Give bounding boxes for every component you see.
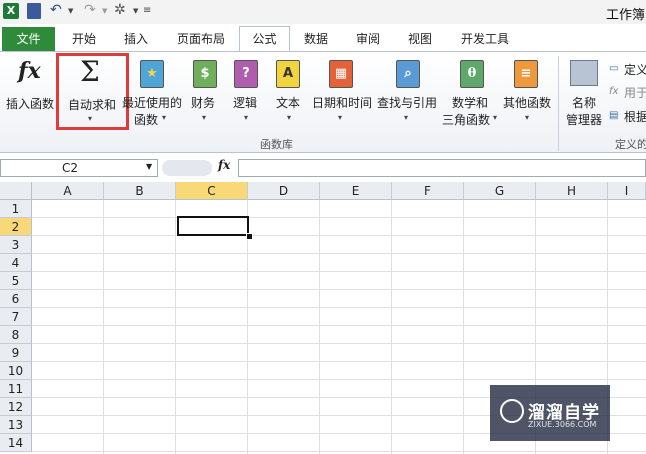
row-header-2[interactable]: 2 [0, 218, 32, 236]
tab-insert[interactable]: 插入 [116, 28, 156, 50]
column-header-b[interactable]: B [104, 182, 176, 200]
name-manager-icon[interactable] [570, 60, 598, 86]
group-separator [558, 56, 559, 151]
row-header-11[interactable]: 11 [0, 380, 32, 398]
use-in-formula-button[interactable]: 用于 [624, 84, 646, 101]
more-functions-book-icon[interactable]: ≡ [514, 60, 538, 88]
create-from-selection-icon[interactable]: ▤ [609, 110, 618, 121]
fill-handle[interactable] [246, 233, 253, 240]
tools-dropdown-icon[interactable]: ▼ [133, 3, 139, 19]
tab-home[interactable]: 开始 [64, 28, 104, 50]
formula-bar-splitter[interactable] [162, 160, 212, 176]
column-header-g[interactable]: G [464, 182, 536, 200]
row-header-14[interactable]: 14 [0, 434, 32, 452]
row-header-1[interactable]: 1 [0, 200, 32, 218]
column-header-c[interactable]: C [176, 182, 248, 200]
row-header-9[interactable]: 9 [0, 344, 32, 362]
logical-button[interactable]: 逻辑 [233, 94, 257, 111]
math-label[interactable]: 数学和 [452, 94, 488, 111]
name-box-dropdown-icon[interactable]: ▼ [146, 162, 152, 171]
row-header-12[interactable]: 12 [0, 398, 32, 416]
datetime-book-icon[interactable]: ▦ [329, 60, 353, 88]
column-header-e[interactable]: E [320, 182, 392, 200]
watermark-url: ZIXUE.3066.COM [528, 420, 597, 429]
column-header-f[interactable]: F [392, 182, 464, 200]
name-manager-label[interactable]: 名称 [572, 94, 596, 111]
autosum-highlight-box [56, 53, 129, 130]
row-header-10[interactable]: 10 [0, 362, 32, 380]
financial-book-icon[interactable]: $ [193, 60, 217, 88]
column-header-a[interactable]: A [32, 182, 104, 200]
create-from-selection-button[interactable]: 根据 [624, 108, 646, 125]
define-name-button[interactable]: 定义 [624, 61, 646, 78]
active-cell-c2[interactable] [177, 216, 249, 236]
defined-names-group-label: 定义的 [615, 138, 646, 151]
name-box[interactable] [0, 159, 158, 177]
logical-dropdown-icon[interactable]: ▾ [244, 113, 248, 122]
column-header-i[interactable]: I [608, 182, 646, 200]
recently-used-book-icon[interactable]: ★ [140, 60, 164, 88]
column-header-d[interactable]: D [248, 182, 320, 200]
math-dropdown-icon[interactable]: ▾ [493, 113, 497, 122]
redo-icon[interactable]: ↷ [84, 3, 98, 19]
recently-used-label[interactable]: 最近使用的 [122, 94, 182, 111]
save-icon[interactable] [27, 3, 41, 19]
row-header-8[interactable]: 8 [0, 326, 32, 344]
undo-icon[interactable]: ↶ [50, 3, 64, 19]
text-button[interactable]: 文本 [276, 94, 300, 111]
row-header-5[interactable]: 5 [0, 272, 32, 290]
tab-data[interactable]: 数据 [296, 28, 336, 50]
function-library-group-label: 函数库 [260, 138, 293, 151]
name-manager-label-2[interactable]: 管理器 [566, 111, 602, 128]
lookup-book-icon[interactable]: ⌕ [396, 60, 420, 88]
tools-icon[interactable]: ✲ [114, 3, 130, 19]
tab-review[interactable]: 审阅 [348, 28, 388, 50]
more-functions-button[interactable]: 其他函数 [503, 94, 551, 111]
define-name-icon[interactable]: ▭ [609, 63, 618, 74]
customize-qat-icon[interactable]: ≡ [143, 3, 151, 19]
recently-used-dropdown-icon[interactable]: ▾ [162, 113, 166, 122]
text-book-icon[interactable]: A [276, 60, 300, 88]
lookup-button[interactable]: 查找与引用 [377, 94, 437, 111]
insert-function-fx-icon[interactable]: fx [218, 158, 230, 172]
insert-function-icon[interactable]: fx [18, 58, 41, 84]
tab-developer[interactable]: 开发工具 [452, 28, 518, 50]
tab-formulas[interactable]: 公式 [239, 26, 290, 52]
undo-dropdown-icon[interactable]: ▼ [68, 3, 74, 19]
redo-dropdown-icon[interactable]: ▼ [102, 3, 108, 19]
datetime-dropdown-icon[interactable]: ▾ [338, 113, 342, 122]
text-dropdown-icon[interactable]: ▾ [287, 113, 291, 122]
formula-input[interactable] [238, 159, 646, 177]
tab-view[interactable]: 视图 [400, 28, 440, 50]
select-all-corner[interactable] [0, 182, 32, 200]
use-in-formula-icon[interactable]: fx [609, 86, 618, 97]
excel-app-icon[interactable]: X [3, 3, 19, 19]
row-header-13[interactable]: 13 [0, 416, 32, 434]
logical-book-icon[interactable]: ? [234, 60, 258, 88]
math-label-2[interactable]: 三角函数 [442, 111, 490, 128]
tab-page-layout[interactable]: 页面布局 [168, 28, 234, 50]
financial-button[interactable]: 财务 [191, 94, 215, 111]
financial-dropdown-icon[interactable]: ▾ [202, 113, 206, 122]
play-icon [500, 399, 524, 423]
row-header-6[interactable]: 6 [0, 290, 32, 308]
row-header-4[interactable]: 4 [0, 254, 32, 272]
math-book-icon[interactable]: θ [460, 60, 484, 88]
name-box-value: C2 [62, 161, 79, 175]
row-header-3[interactable]: 3 [0, 236, 32, 254]
window-title: 工作簿 [606, 8, 646, 23]
row-header-7[interactable]: 7 [0, 308, 32, 326]
recently-used-label-2[interactable]: 函数 [134, 111, 158, 128]
more-functions-dropdown-icon[interactable]: ▾ [525, 113, 529, 122]
insert-function-button[interactable]: 插入函数 [6, 95, 54, 112]
tab-file[interactable]: 文件 [2, 27, 55, 51]
column-header-h[interactable]: H [536, 182, 608, 200]
lookup-dropdown-icon[interactable]: ▾ [404, 113, 408, 122]
datetime-button[interactable]: 日期和时间 [312, 94, 372, 111]
